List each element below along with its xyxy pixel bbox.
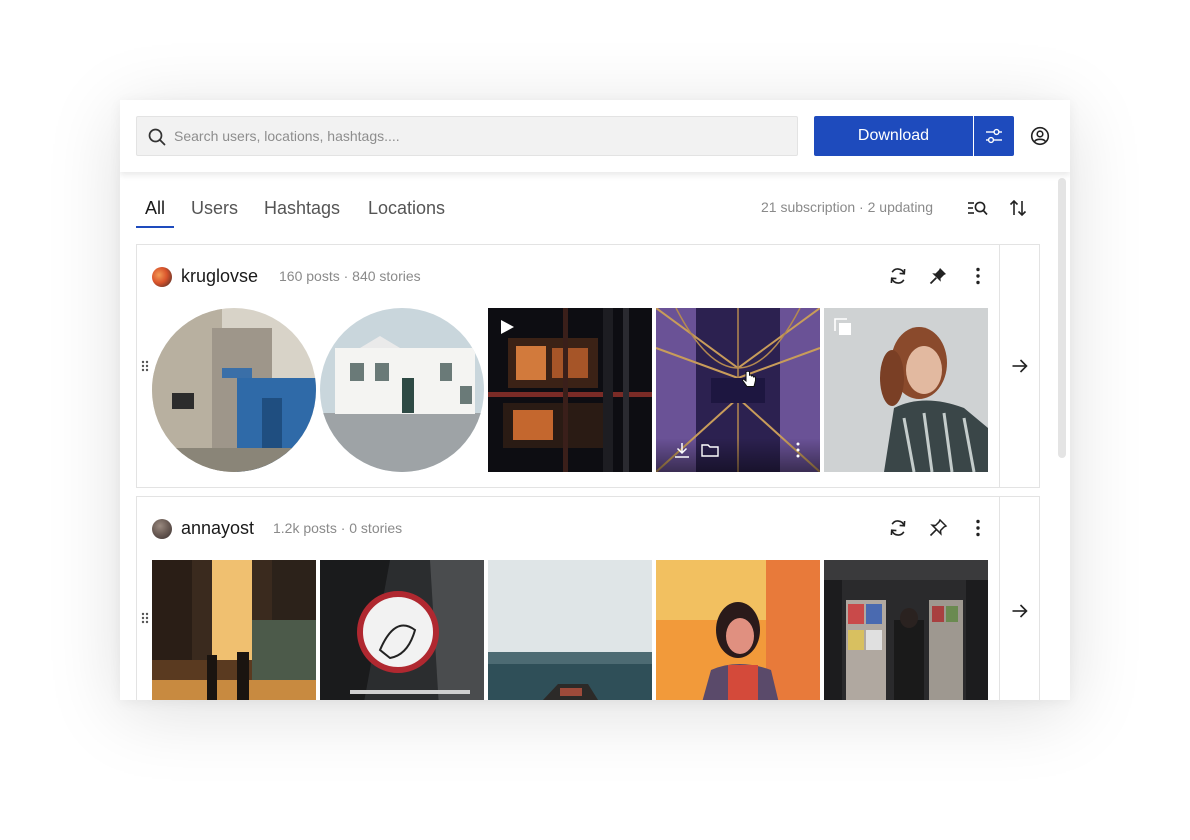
more-options-button[interactable] (966, 516, 990, 540)
arrow-right-icon (1012, 604, 1028, 618)
tab-users[interactable]: Users (191, 198, 238, 219)
more-vertical-icon[interactable] (796, 442, 800, 458)
scrollbar[interactable] (1058, 178, 1066, 458)
photo-thumbnail[interactable] (656, 560, 820, 700)
sort-button[interactable] (1006, 196, 1030, 220)
next-media-button[interactable] (999, 497, 1040, 700)
pin-filled-icon (929, 268, 946, 285)
search-icon (148, 128, 166, 146)
folder-icon[interactable] (701, 443, 719, 457)
hand-cursor-icon (742, 371, 756, 387)
sort-arrows-icon (1009, 199, 1027, 217)
tab-locations[interactable]: Locations (368, 198, 445, 219)
refresh-button[interactable] (886, 516, 910, 540)
story-thumbnail[interactable] (320, 308, 484, 472)
arrow-right-icon (1012, 359, 1028, 373)
download-icon[interactable] (674, 442, 690, 458)
pin-button[interactable] (926, 264, 950, 288)
search-input[interactable] (174, 117, 789, 155)
play-icon (501, 320, 514, 334)
photo-thumbnail[interactable] (152, 560, 316, 700)
card-stats: 160 posts · 840 stories (279, 268, 421, 284)
search-box[interactable] (136, 116, 798, 156)
photo-thumbnail[interactable] (656, 308, 820, 472)
card-stats: 1.2k posts · 0 stories (273, 520, 403, 536)
carousel-thumbnail[interactable] (824, 308, 988, 472)
refresh-icon (890, 520, 906, 536)
refresh-button[interactable] (886, 264, 910, 288)
subscription-card: annayost 1.2k posts · 0 stories (136, 496, 1040, 700)
more-vertical-icon (976, 267, 980, 285)
pin-button[interactable] (926, 516, 950, 540)
tab-all[interactable]: All (145, 198, 165, 219)
photo-thumbnail[interactable] (488, 560, 652, 700)
search-list-button[interactable] (966, 196, 990, 220)
more-vertical-icon (976, 519, 980, 537)
sliders-icon (986, 128, 1002, 144)
story-thumbnail[interactable] (152, 308, 316, 472)
avatar[interactable] (152, 267, 172, 287)
user-circle-icon (1030, 126, 1050, 146)
drag-handle-icon[interactable] (140, 359, 150, 373)
photo-thumbnail[interactable] (824, 560, 988, 700)
photo-thumbnail[interactable] (320, 560, 484, 700)
account-button[interactable] (1028, 124, 1052, 148)
avatar[interactable] (152, 519, 172, 539)
username[interactable]: annayost (181, 518, 254, 539)
more-options-button[interactable] (966, 264, 990, 288)
username[interactable]: kruglovse (181, 266, 258, 287)
pin-outline-icon (929, 518, 948, 537)
refresh-icon (890, 268, 906, 284)
video-thumbnail[interactable] (488, 308, 652, 472)
subscription-summary: 21 subscription · 2 updating (761, 199, 933, 215)
top-bar: Download (120, 100, 1070, 172)
drag-handle-icon[interactable] (140, 611, 150, 625)
download-button[interactable]: Download (814, 116, 973, 156)
download-settings-button[interactable] (974, 116, 1014, 156)
gallery-icon (834, 318, 851, 335)
subscription-card: kruglovse 160 posts · 840 stories (136, 244, 1040, 488)
tab-hashtags[interactable]: Hashtags (264, 198, 340, 219)
list-search-icon (968, 201, 988, 216)
next-media-button[interactable] (999, 245, 1040, 487)
active-tab-indicator (136, 226, 174, 228)
app-window: Download All Users Hashtags Locations 21… (120, 100, 1070, 700)
